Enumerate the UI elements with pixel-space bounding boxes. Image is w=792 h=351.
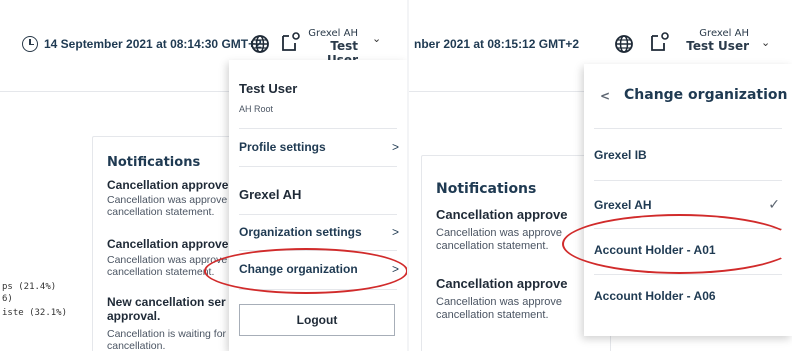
notifications-title: Notifications	[436, 181, 537, 197]
org-option-label: Grexel IB	[594, 148, 647, 162]
chevron-down-icon[interactable]: ⌄	[761, 36, 770, 49]
notification-body: Cancellation was approve	[436, 296, 562, 308]
notifications-card: Notifications Cancellation approve Cance…	[92, 136, 252, 351]
chevron-right-icon: >	[391, 140, 399, 154]
chevron-right-icon: >	[391, 262, 399, 276]
org-option[interactable]: Account Holder - A01	[584, 234, 792, 270]
clock-icon	[22, 36, 38, 52]
chevron-down-icon[interactable]: ⌄	[372, 32, 381, 45]
globe-icon[interactable]	[250, 34, 270, 54]
left-screenshot: 14 September 2021 at 08:14:30 GMT+2 Grex…	[0, 0, 407, 351]
menu-divider	[239, 250, 397, 251]
right-screenshot: nber 2021 at 08:15:12 GMT+2 Grexel AH Te…	[409, 0, 792, 351]
menu-divider	[594, 228, 782, 229]
menu-divider	[239, 214, 397, 215]
menu-divider	[594, 180, 782, 181]
change-organization-menu: < Change organization Grexel IB Grexel A…	[584, 64, 792, 336]
organization-settings-label: Organization settings	[239, 225, 362, 239]
notification-body: cancellation statement.	[107, 266, 215, 278]
notification-body: Cancellation is waiting for	[107, 328, 227, 340]
menu-user-name: Test User	[239, 81, 298, 96]
profile-settings-label: Profile settings	[239, 140, 326, 154]
org-option[interactable]: Account Holder - A06	[584, 280, 792, 316]
notification-heading: Cancellation approve	[107, 178, 229, 192]
checkmark-icon: ✓	[768, 196, 780, 212]
menu-divider	[594, 128, 782, 129]
globe-icon[interactable]	[614, 34, 634, 54]
logout-button[interactable]: Logout	[239, 304, 395, 336]
change-organization-item[interactable]: Change organization >	[229, 255, 407, 285]
menu-org-name: Grexel AH	[239, 187, 302, 202]
org-option-label: Account Holder - A01	[594, 243, 716, 257]
notification-body: cancellation statement.	[107, 206, 215, 218]
notifications-card: Notifications Cancellation approve Cance…	[421, 155, 611, 351]
account-switcher[interactable]: Grexel AH Test User	[671, 28, 749, 53]
notification-body: cancellation statement.	[436, 240, 549, 252]
account-org: Grexel AH	[699, 28, 749, 39]
organization-settings-item[interactable]: Organization settings >	[229, 218, 407, 248]
account-user: Test User	[686, 39, 749, 53]
change-organization-title: Change organization	[624, 87, 788, 103]
menu-divider	[239, 166, 397, 167]
document-icon[interactable]	[280, 31, 302, 53]
notification-body: Cancellation was approve	[107, 254, 228, 266]
org-option[interactable]: Grexel IB	[584, 136, 792, 172]
chevron-right-icon: >	[391, 225, 399, 239]
menu-divider	[239, 128, 397, 129]
notification-body: cancellation statement.	[436, 309, 549, 321]
notification-heading: Cancellation approve	[436, 276, 568, 291]
timestamp: nber 2021 at 08:15:12 GMT+2	[414, 37, 580, 51]
document-icon[interactable]	[649, 31, 671, 53]
back-button[interactable]: < Change organization	[584, 82, 792, 110]
org-option-selected[interactable]: Grexel AH ✓	[584, 186, 792, 222]
notification-heading: approval.	[107, 309, 161, 323]
change-organization-label: Change organization	[239, 262, 358, 276]
org-option-label: Account Holder - A06	[594, 289, 716, 303]
org-option-label: Grexel AH	[594, 198, 652, 212]
notifications-title: Notifications	[107, 155, 201, 170]
notification-body: cancellation.	[107, 340, 166, 351]
account-org: Grexel AH	[308, 28, 358, 39]
legend-item: 6)	[2, 294, 13, 304]
menu-divider	[594, 274, 782, 275]
notification-body: Cancellation was approve	[436, 227, 562, 239]
back-arrow-icon: <	[600, 89, 611, 103]
notification-heading: Cancellation approve	[436, 207, 568, 222]
menu-divider	[239, 289, 397, 290]
notification-heading: Cancellation approve	[107, 237, 229, 251]
user-menu: Test User AH Root Profile settings > Gre…	[229, 60, 407, 351]
notification-body: Cancellation was approve	[107, 194, 228, 206]
legend-item: ps (21.4%)	[2, 282, 57, 292]
notification-heading: New cancellation ser	[107, 295, 226, 309]
timestamp: 14 September 2021 at 08:14:30 GMT+2	[44, 37, 262, 51]
menu-user-role: AH Root	[239, 104, 274, 114]
profile-settings-item[interactable]: Profile settings >	[229, 132, 407, 164]
legend-item: iste (32.1%)	[2, 308, 68, 318]
